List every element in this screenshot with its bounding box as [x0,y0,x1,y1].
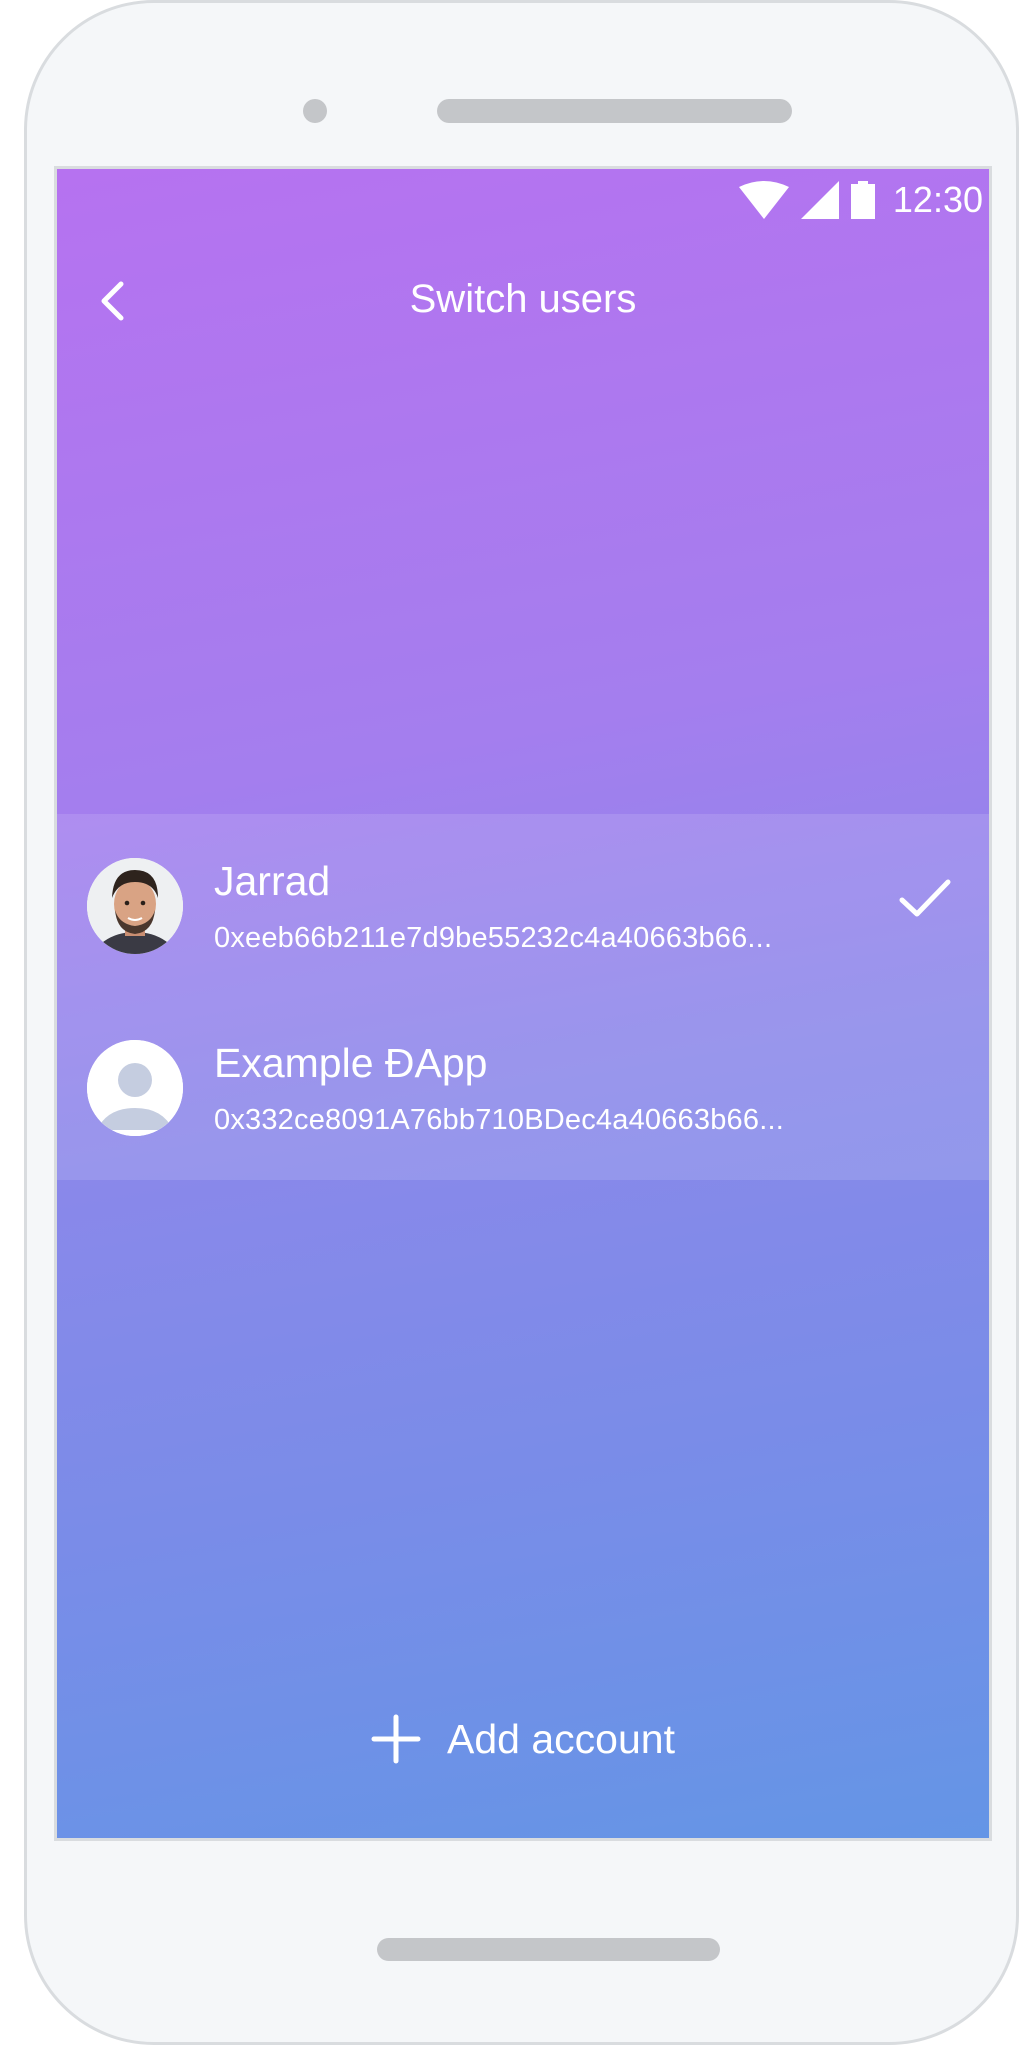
account-address: 0x332ce8091A76bb710BDec4a40663b66... [214,1104,784,1136]
home-bar[interactable] [377,1938,720,1961]
page-title: Switch users [409,277,637,321]
account-address: 0xeeb66b211e7d9be55232c4a40663b66... [214,922,773,954]
plus-icon [371,1714,421,1764]
signal-icon [800,181,839,219]
wifi-icon [738,181,789,219]
add-account-label: Add account [447,1715,675,1762]
checkmark-icon [899,879,951,917]
add-account-button[interactable]: Add account [57,1704,989,1774]
account-name: Jarrad [214,858,331,904]
default-avatar-icon [87,1040,183,1136]
camera [303,99,327,123]
battery-icon [850,181,875,219]
status-bar: 12:30 [57,169,989,231]
screen: 12:30 Switch users Jarrad 0xeeb66b211e7d… [54,166,992,1841]
account-list: Jarrad 0xeeb66b211e7d9be55232c4a40663b66… [57,814,989,1180]
app-header: Switch users [57,249,989,359]
user-photo [87,858,183,954]
status-icons: 12:30 [738,179,983,221]
account-row-jarrad[interactable]: Jarrad 0xeeb66b211e7d9be55232c4a40663b66… [57,814,989,994]
account-name: Example ĐApp [214,1040,488,1086]
account-row-example-dapp[interactable]: Example ĐApp 0x332ce8091A76bb710BDec4a40… [57,996,989,1176]
speaker [437,99,792,123]
status-time: 12:30 [892,179,983,220]
